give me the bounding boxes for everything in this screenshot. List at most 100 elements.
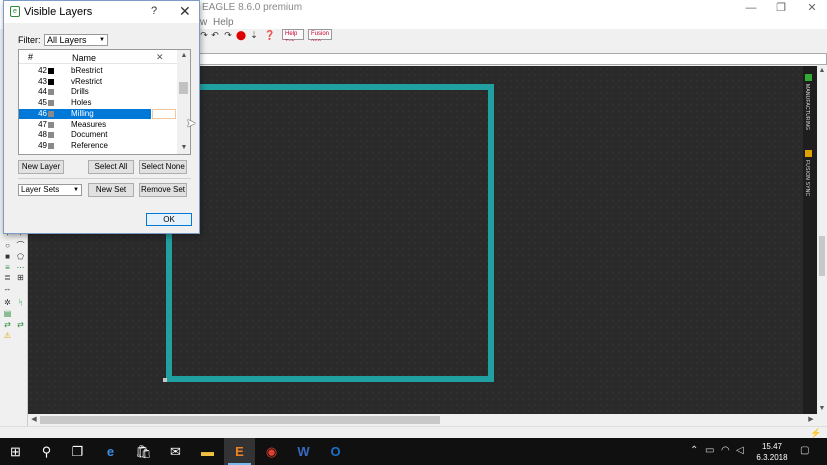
dimension-icon[interactable]: ↔ [3, 285, 12, 293]
arc-icon[interactable]: ⌒ [16, 242, 25, 250]
mail-icon[interactable]: ✉ [160, 438, 191, 465]
eagle-app-icon: e [10, 6, 20, 17]
route-icon[interactable]: ⋯ [16, 264, 25, 272]
volume-icon[interactable]: ◁ [736, 445, 744, 456]
tray-chevron-up-icon[interactable]: ⌃ [690, 445, 698, 456]
layer-row[interactable]: 43 vRestrict [19, 77, 177, 87]
minimize-button[interactable]: — [736, 0, 766, 16]
manufacturing-icon[interactable] [805, 74, 812, 81]
layer-row[interactable]: 42 bRestrict [19, 66, 177, 76]
layer-row[interactable]: 45 Holes [19, 98, 177, 108]
wifi-icon[interactable]: ◠ [721, 445, 730, 456]
word-icon[interactable]: W [288, 438, 319, 465]
scroll-up-icon[interactable]: ▲ [818, 67, 826, 75]
ok-button[interactable]: OK [146, 213, 192, 226]
dialog-help-button[interactable]: ? [151, 5, 157, 17]
scroll-right-icon[interactable]: ▶ [807, 416, 815, 424]
rect-icon[interactable]: ■ [3, 253, 12, 261]
layer-color-swatch[interactable] [48, 142, 54, 149]
remove-set-button[interactable]: Remove Set [139, 183, 187, 197]
help-tab-button[interactable]: Help Tab [282, 29, 304, 46]
layer-color-swatch[interactable] [48, 110, 54, 117]
column-header-number[interactable]: # [28, 52, 33, 62]
restore-button[interactable]: ❐ [766, 0, 796, 16]
fusion-sync-icon[interactable] [805, 150, 812, 157]
select-all-button[interactable]: Select All [88, 160, 134, 174]
layer-color-swatch[interactable] [48, 68, 54, 74]
chrome-icon[interactable]: ◉ [256, 438, 287, 465]
manufacturing-tab[interactable]: MANUFACTURING [804, 84, 810, 130]
layer-color-swatch[interactable] [48, 132, 54, 139]
layer-color-swatch[interactable] [48, 121, 54, 128]
go-icon[interactable]: ⇣ [249, 30, 259, 40]
circle-icon[interactable]: ○ [3, 242, 12, 250]
scroll-down-icon[interactable]: ▼ [180, 144, 188, 152]
clock-date[interactable]: 6.3.2018 [752, 453, 792, 462]
layer-icon[interactable]: ≡ [3, 264, 12, 272]
layer-row[interactable]: 49 Reference [19, 141, 177, 151]
select-none-button[interactable]: Select None [139, 160, 187, 174]
layer-row[interactable]: 46 Milling [19, 108, 177, 119]
close-button[interactable]: ✕ [797, 0, 827, 16]
outlook-icon[interactable]: O [320, 438, 351, 465]
layer-list-scrollbar[interactable]: ▲ ▼ [177, 50, 190, 154]
battery-icon[interactable]: ▭ [705, 445, 714, 456]
new-set-button[interactable]: New Set [88, 183, 134, 197]
polygon-icon[interactable]: ⬠ [16, 253, 25, 261]
layer-list-scroll-thumb[interactable] [179, 82, 188, 94]
ripup-icon[interactable]: ᛋ [16, 299, 25, 307]
dialog-titlebar[interactable]: e Visible Layers ? ✕ [4, 1, 199, 23]
layer-row[interactable]: 47 Measures [19, 120, 177, 130]
horizontal-scroll-thumb[interactable] [40, 416, 440, 424]
search-icon[interactable]: ⚲ [31, 438, 62, 465]
clock-time[interactable]: 15.47 [752, 442, 792, 451]
column-header-name[interactable]: Name [72, 53, 96, 63]
edge-browser-icon[interactable]: e [95, 438, 126, 465]
start-windows-icon[interactable]: ⊞ [0, 438, 31, 465]
canvas-horizontal-scrollbar[interactable]: ◀ ▶ [28, 414, 817, 426]
canvas-vertical-scrollbar[interactable]: ▲ ▼ [817, 66, 827, 414]
notifications-icon[interactable]: ▢ [800, 445, 809, 456]
filter-dropdown[interactable]: All Layers ▼ [44, 34, 108, 46]
layer-row[interactable]: 48 Document [19, 130, 177, 140]
menu-help[interactable]: Help [213, 16, 234, 29]
stop-icon[interactable]: ⬤ [236, 30, 246, 40]
origin-marker [163, 378, 167, 382]
eagle-taskbar-icon[interactable]: E [224, 438, 255, 465]
layer-color-swatch[interactable] [48, 78, 54, 85]
fusion-sync-tab[interactable]: FUSION SYNC [804, 160, 810, 196]
layer-color-swatch[interactable] [48, 100, 54, 107]
command-input[interactable] [198, 53, 827, 65]
vertical-scroll-thumb[interactable] [819, 236, 825, 276]
autorouter-icon[interactable]: ✲ [3, 299, 12, 307]
redo-icon[interactable]: ↷ [199, 30, 209, 40]
ratsnest-icon[interactable]: ▤ [3, 310, 12, 318]
file-explorer-icon[interactable]: ▬ [192, 438, 223, 465]
new-layer-button[interactable]: New Layer [18, 160, 64, 174]
layer-name: Reference [71, 140, 108, 150]
help-icon[interactable]: ❓ [264, 30, 275, 40]
erc-icon[interactable]: ⇄ [16, 321, 25, 329]
undo-icon[interactable]: ↶ [210, 30, 220, 40]
text-icon[interactable]: ≣ [3, 274, 12, 282]
redo-icon[interactable]: ↷ [223, 30, 233, 40]
scroll-up-icon[interactable]: ▲ [180, 52, 188, 60]
layer-number: 44 [38, 87, 47, 97]
scroll-left-icon[interactable]: ◀ [30, 416, 38, 424]
column-header-visibility[interactable]: ✕ [156, 52, 164, 63]
drc-icon[interactable]: ⇄ [3, 321, 12, 329]
layer-list[interactable]: # Name ✕ 42 bRestrict 43 vRestrict 44 Drills 4… [18, 49, 191, 155]
scroll-down-icon[interactable]: ▼ [818, 405, 826, 413]
layer-row[interactable]: 44 Drills [19, 87, 177, 97]
menu-view[interactable]: w [200, 16, 207, 29]
attribute-icon[interactable]: ⊞ [16, 274, 25, 282]
dialog-close-button[interactable]: ✕ [179, 3, 191, 20]
fusion-button[interactable]: Fusion 360 [308, 29, 332, 46]
layer-sets-dropdown[interactable]: Layer Sets ▼ [18, 184, 82, 196]
layer-color-swatch[interactable] [48, 89, 54, 96]
warning-icon[interactable]: ⚠ [3, 332, 12, 340]
chevron-down-icon: ▼ [73, 187, 79, 193]
store-icon[interactable]: 🛍 [128, 438, 159, 465]
task-view-icon[interactable]: ❐ [62, 438, 93, 465]
layer-sets-value: Layer Sets [21, 185, 60, 194]
